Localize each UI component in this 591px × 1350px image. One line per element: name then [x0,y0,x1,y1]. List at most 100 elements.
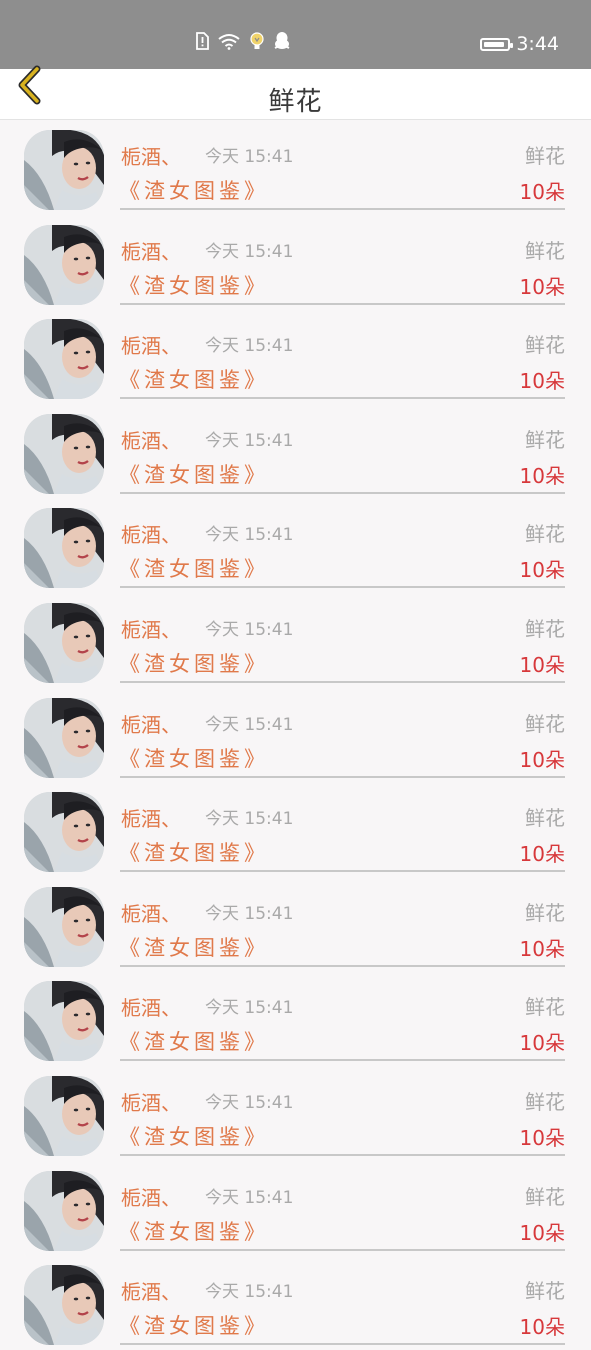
sender-name: 栀酒、 [121,1091,181,1115]
list-item[interactable]: 栀酒、 今天 15:41 鲜花 《渣女图鉴》 10朵 [0,1161,591,1256]
gift-type: 鲜花 [525,1090,565,1114]
book-title[interactable]: 《渣女图鉴》 [119,1121,269,1151]
book-title[interactable]: 《渣女图鉴》 [119,648,269,678]
list-item[interactable]: 栀酒、 今天 15:41 鲜花 《渣女图鉴》 10朵 [0,782,591,877]
divider [120,586,565,589]
list-item[interactable]: 栀酒、 今天 15:41 鲜花 《渣女图鉴》 10朵 [0,593,591,688]
status-right: 3:44 [480,31,559,57]
divider [120,1248,565,1251]
divider [120,1343,565,1346]
avatar[interactable] [24,508,104,589]
send-time: 今天 15:41 [205,241,294,262]
status-icons [195,31,291,55]
book-title[interactable]: 《渣女图鉴》 [119,459,269,489]
wifi-icon [217,32,241,54]
send-time: 今天 15:41 [205,903,294,924]
avatar[interactable] [24,413,104,494]
gift-count: 10朵 [519,1126,565,1150]
list-item[interactable]: 栀酒、 今天 15:41 鲜花 《渣女图鉴》 10朵 [0,877,591,972]
send-time: 今天 15:41 [205,1093,294,1113]
sender-name: 栀酒、 [121,712,181,737]
sender-name: 栀酒、 [121,996,181,1021]
gift-count: 10朵 [519,747,565,772]
gift-count: 10朵 [519,1315,565,1340]
gift-count: 10朵 [519,653,565,677]
send-time: 今天 15:41 [205,1282,294,1303]
sender-name: 栀酒、 [121,901,181,926]
book-title[interactable]: 《渣女图鉴》 [119,175,269,205]
avatar[interactable] [24,1265,104,1346]
sender-name: 栀酒、 [121,145,181,169]
list-item[interactable]: 栀酒、 今天 15:41 鲜花 《渣女图鉴》 10朵 [0,1066,591,1161]
gift-count: 10朵 [519,1220,565,1245]
qq-penguin-icon [273,31,291,55]
list-item[interactable]: 栀酒、 今天 15:41 鲜花 《渣女图鉴》 10朵 [0,688,591,783]
avatar[interactable] [24,981,104,1062]
divider [120,397,565,400]
book-title[interactable]: 《渣女图鉴》 [119,1026,269,1056]
gift-type: 鲜花 [525,617,565,641]
divider [120,1059,565,1062]
divider [120,491,565,494]
gift-count: 10朵 [519,1031,565,1056]
list-item[interactable]: 栀酒、 今天 15:41 鲜花 《渣女图鉴》 10朵 [0,1255,591,1350]
book-title[interactable]: 《渣女图鉴》 [119,1310,269,1340]
avatar[interactable] [24,319,104,400]
avatar[interactable] [24,224,104,305]
sender-name: 栀酒、 [121,334,181,359]
book-title[interactable]: 《渣女图鉴》 [119,270,269,300]
avatar[interactable] [24,1076,104,1156]
book-title[interactable]: 《渣女图鉴》 [119,553,269,583]
divider [120,870,565,873]
gift-type: 鲜花 [525,995,565,1020]
book-title[interactable]: 《渣女图鉴》 [119,932,269,962]
avatar[interactable] [24,697,104,778]
list-item[interactable]: 栀酒、 今天 15:41 鲜花 《渣女图鉴》 10朵 [0,971,591,1066]
gift-type: 鲜花 [525,1184,565,1209]
gift-type: 鲜花 [525,333,565,358]
send-time: 今天 15:41 [205,147,294,167]
divider [120,302,565,305]
send-time: 今天 15:41 [205,809,294,830]
gift-count: 10朵 [519,463,565,488]
book-title[interactable]: 《渣女图鉴》 [119,837,269,867]
book-title[interactable]: 《渣女图鉴》 [119,1216,269,1246]
sender-name: 栀酒、 [121,239,181,264]
avatar[interactable] [24,792,104,873]
avatar[interactable] [24,1170,104,1251]
sender-name: 栀酒、 [121,523,181,548]
gift-count: 10朵 [519,936,565,961]
gift-type: 鲜花 [525,900,565,925]
page-title: 鲜花 [268,87,323,117]
gift-type: 鲜花 [525,806,565,831]
status-bar: 3:44 [0,0,591,69]
sender-name: 栀酒、 [121,807,181,832]
divider [120,208,565,210]
send-time: 今天 15:41 [205,998,294,1019]
gift-type: 鲜花 [525,427,565,452]
sender-name: 栀酒、 [121,1185,181,1210]
divider [120,1154,565,1156]
avatar[interactable] [24,603,104,683]
avatar[interactable] [24,886,104,967]
sender-name: 栀酒、 [121,428,181,453]
list-item[interactable]: 栀酒、 今天 15:41 鲜花 《渣女图鉴》 10朵 [0,215,591,310]
send-time: 今天 15:41 [205,336,294,357]
divider [120,681,565,683]
book-title[interactable]: 《渣女图鉴》 [119,743,269,773]
gift-count: 10朵 [519,180,565,204]
gift-type: 鲜花 [525,711,565,736]
book-title[interactable]: 《渣女图鉴》 [119,364,269,394]
list-item[interactable]: 栀酒、 今天 15:41 鲜花 《渣女图鉴》 10朵 [0,309,591,404]
divider [120,775,565,778]
sim-alert-icon [195,32,209,54]
avatar[interactable] [24,130,104,210]
sender-name: 栀酒、 [121,618,181,642]
send-time: 今天 15:41 [205,430,294,451]
list-item[interactable]: 栀酒、 今天 15:41 鲜花 《渣女图鉴》 10朵 [0,120,591,215]
list-item[interactable]: 栀酒、 今天 15:41 鲜花 《渣女图鉴》 10朵 [0,404,591,499]
send-time: 今天 15:41 [205,1187,294,1208]
list-item[interactable]: 栀酒、 今天 15:41 鲜花 《渣女图鉴》 10朵 [0,498,591,593]
send-time: 今天 15:41 [205,714,294,735]
divider [120,964,565,967]
